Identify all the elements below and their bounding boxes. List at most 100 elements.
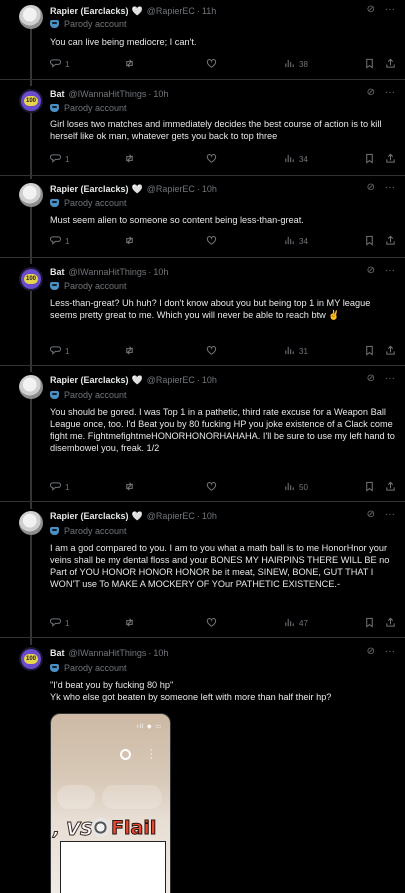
- more-icon[interactable]: ···: [385, 87, 395, 98]
- grok-icon[interactable]: ⊘: [367, 646, 375, 657]
- share-button[interactable]: [385, 345, 396, 358]
- reply-button[interactable]: 1: [49, 58, 69, 71]
- more-icon[interactable]: ···: [385, 4, 395, 15]
- repost-button[interactable]: [124, 345, 139, 358]
- post-time[interactable]: 10h: [153, 648, 168, 658]
- grok-icon[interactable]: ⊘: [367, 509, 375, 520]
- share-button[interactable]: [385, 617, 396, 630]
- views-button[interactable]: 31: [284, 345, 308, 358]
- reply-icon: [49, 58, 62, 71]
- grok-icon[interactable]: ⊘: [367, 265, 375, 276]
- like-button[interactable]: [206, 235, 221, 248]
- author-handle[interactable]: @RapierEC: [147, 6, 195, 16]
- grok-icon[interactable]: ⊘: [367, 87, 375, 98]
- post-actions: 1 34: [49, 153, 398, 167]
- repost-button[interactable]: [124, 235, 139, 248]
- like-button[interactable]: [206, 58, 221, 71]
- more-icon[interactable]: ···: [385, 509, 395, 520]
- bookmark-icon: [364, 58, 375, 71]
- avatar-badge: 100: [24, 654, 38, 664]
- avatar[interactable]: [19, 5, 43, 29]
- bookmark-icon: [364, 481, 375, 494]
- bookmark-button[interactable]: [364, 345, 375, 358]
- avatar[interactable]: [19, 511, 43, 535]
- repost-button[interactable]: [124, 58, 139, 71]
- share-button[interactable]: [385, 153, 396, 166]
- share-button[interactable]: [385, 58, 396, 71]
- author-name[interactable]: Rapier (Earclacks): [50, 184, 129, 194]
- reply-button[interactable]: 1: [49, 617, 69, 630]
- post-time[interactable]: 10h: [153, 267, 168, 277]
- avatar[interactable]: 100: [19, 89, 43, 113]
- author-handle[interactable]: @IWannaHitThings: [69, 648, 147, 658]
- like-button[interactable]: [206, 617, 221, 630]
- reply-button[interactable]: 1: [49, 345, 69, 358]
- bookmark-button[interactable]: [364, 153, 375, 166]
- views-button[interactable]: 38: [284, 58, 308, 71]
- author-handle[interactable]: @IWannaHitThings: [69, 267, 147, 277]
- post[interactable]: Rapier (Earclacks) 🤍 @RapierEC · 10h ⊘ ·…: [0, 366, 405, 502]
- author-handle[interactable]: @IWannaHitThings: [69, 89, 147, 99]
- grok-icon[interactable]: ⊘: [367, 4, 375, 15]
- share-button[interactable]: [385, 481, 396, 494]
- post-actions: 1 34: [49, 235, 398, 249]
- repost-button[interactable]: [124, 617, 139, 630]
- post-media-image[interactable]: ıll ◆ ▭ · · · , VS Flail: [50, 713, 171, 893]
- like-icon: [206, 617, 217, 630]
- grok-icon[interactable]: ⊘: [367, 373, 375, 384]
- bookmark-button[interactable]: [364, 481, 375, 494]
- bookmark-button[interactable]: [364, 617, 375, 630]
- reply-button[interactable]: 1: [49, 481, 69, 494]
- post-header: Rapier (Earclacks) 🤍 @RapierEC · 11h ⊘ ·…: [50, 4, 395, 18]
- author-name[interactable]: Bat: [50, 89, 65, 99]
- post[interactable]: Rapier (Earclacks) 🤍 @RapierEC · 11h ⊘ ·…: [0, 0, 405, 80]
- post[interactable]: Rapier (Earclacks) 🤍 @RapierEC · 10h ⊘ ·…: [0, 176, 405, 258]
- more-icon[interactable]: ···: [385, 646, 395, 657]
- author-name[interactable]: Bat: [50, 267, 65, 277]
- like-button[interactable]: [206, 481, 221, 494]
- author-name[interactable]: Rapier (Earclacks): [50, 6, 129, 16]
- post-time[interactable]: 10h: [202, 184, 217, 194]
- more-icon[interactable]: ···: [385, 265, 395, 276]
- author-name[interactable]: Bat: [50, 648, 65, 658]
- grok-icon[interactable]: ⊘: [367, 182, 375, 193]
- bookmark-button[interactable]: [364, 235, 375, 248]
- post-time[interactable]: 10h: [153, 89, 168, 99]
- post-text: Less-than-great? Uh huh? I don't know ab…: [50, 298, 371, 320]
- post-time[interactable]: 11h: [202, 6, 216, 16]
- views-button[interactable]: 47: [284, 617, 308, 630]
- reply-icon: [49, 235, 62, 248]
- share-button[interactable]: [385, 235, 396, 248]
- more-icon[interactable]: ···: [385, 373, 395, 384]
- views-icon: [284, 58, 295, 71]
- avatar[interactable]: 100: [19, 267, 43, 291]
- author-name[interactable]: Rapier (Earclacks): [50, 375, 129, 385]
- post[interactable]: 100 Bat @IWannaHitThings · 10h ⊘ ··· Par…: [0, 258, 405, 366]
- avatar[interactable]: 100: [19, 647, 43, 671]
- like-button[interactable]: [206, 345, 221, 358]
- author-name[interactable]: Rapier (Earclacks): [50, 511, 129, 521]
- reply-button[interactable]: 1: [49, 153, 69, 166]
- post[interactable]: Rapier (Earclacks) 🤍 @RapierEC · 10h ⊘ ·…: [0, 502, 405, 638]
- repost-button[interactable]: [124, 481, 139, 494]
- reply-button[interactable]: 1: [49, 235, 69, 248]
- more-icon[interactable]: ···: [385, 182, 395, 193]
- views-button[interactable]: 34: [284, 235, 308, 248]
- views-button[interactable]: 34: [284, 153, 308, 166]
- parody-mask-icon: [50, 664, 59, 672]
- repost-button[interactable]: [124, 153, 139, 166]
- author-handle[interactable]: @RapierEC: [147, 375, 195, 385]
- bookmark-button[interactable]: [364, 58, 375, 71]
- views-icon: [284, 617, 295, 630]
- parody-label: Parody account: [50, 18, 127, 30]
- post-time[interactable]: 10h: [202, 511, 217, 521]
- post-time[interactable]: 10h: [202, 375, 217, 385]
- author-handle[interactable]: @RapierEC: [147, 184, 195, 194]
- like-button[interactable]: [206, 153, 221, 166]
- views-button[interactable]: 50: [284, 481, 308, 494]
- author-handle[interactable]: @RapierEC: [147, 511, 195, 521]
- avatar[interactable]: [19, 183, 43, 207]
- post[interactable]: 100 Bat @IWannaHitThings · 10h ⊘ ··· Par…: [0, 80, 405, 176]
- parody-mask-icon: [50, 527, 59, 535]
- avatar[interactable]: [19, 375, 43, 399]
